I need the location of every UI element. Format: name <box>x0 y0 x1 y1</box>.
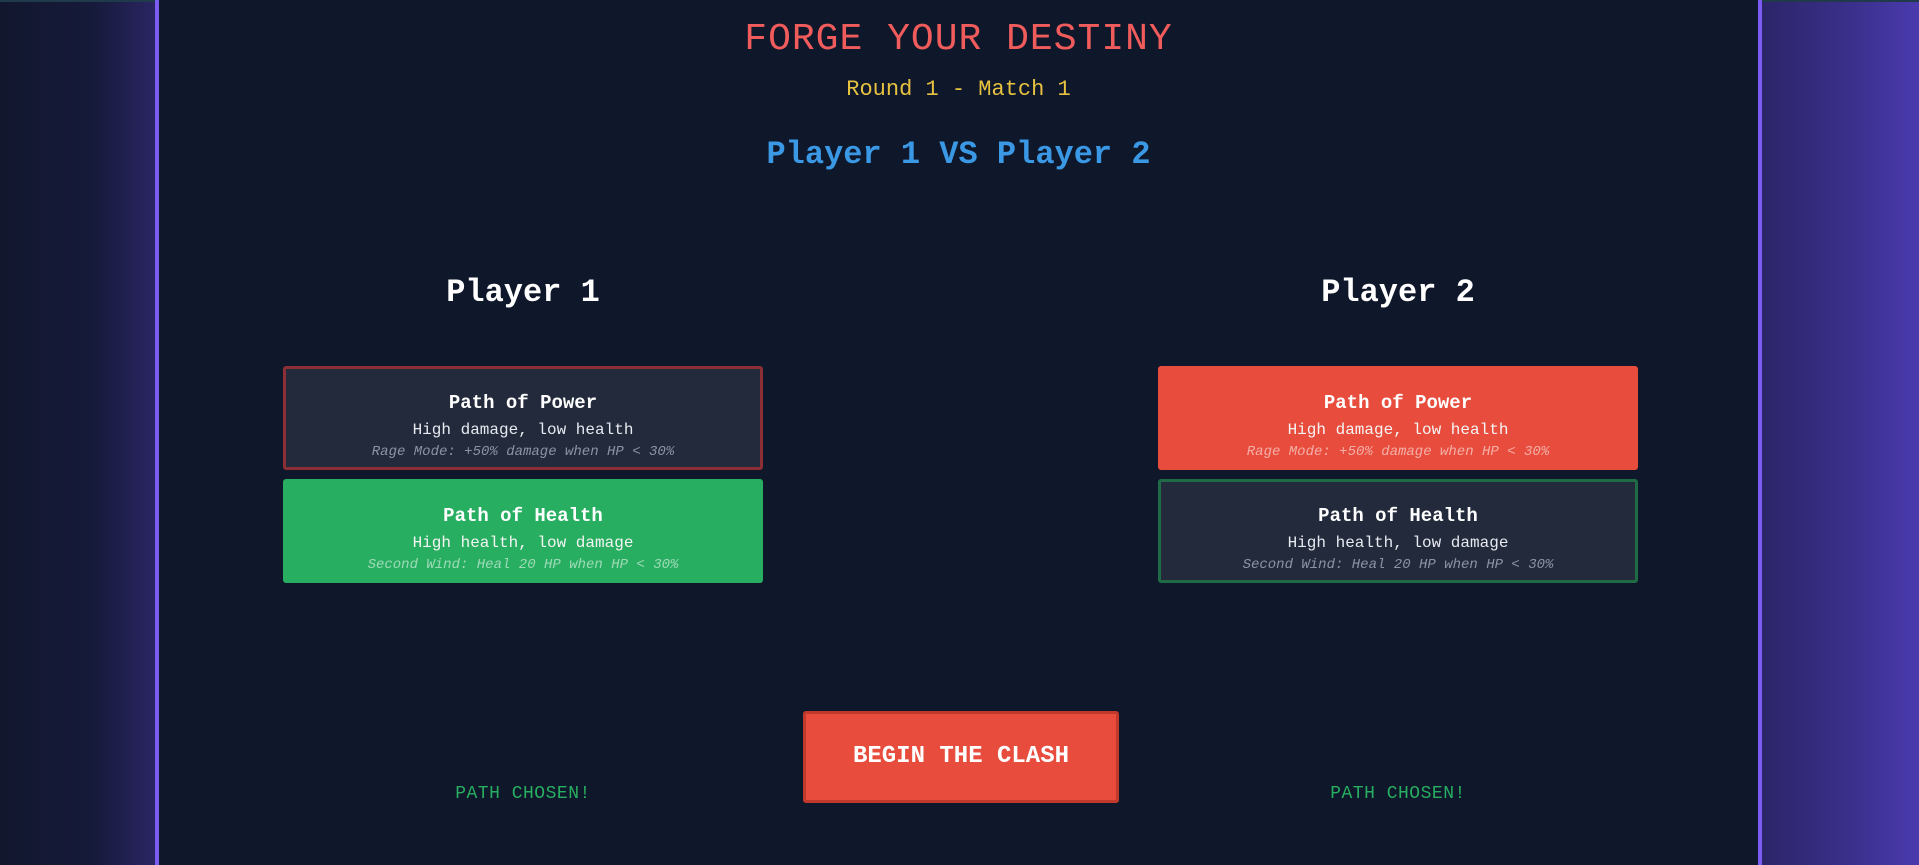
left-backdrop <box>0 0 155 865</box>
path-description: High damage, low health <box>412 421 634 439</box>
path-ability: Second Wind: Heal 20 HP when HP < 30% <box>367 557 679 573</box>
path-name: Path of Health <box>443 505 603 527</box>
path-description: High health, low damage <box>412 534 634 552</box>
player-2-path-health-card[interactable]: Path of Health High health, low damage S… <box>1158 479 1638 583</box>
player-1-path-power-card[interactable]: Path of Power High damage, low health Ra… <box>283 366 763 470</box>
player-2-heading: Player 2 <box>1321 274 1475 311</box>
path-name: Path of Health <box>1318 505 1478 527</box>
path-description: High damage, low health <box>1287 421 1509 439</box>
page-title: FORGE YOUR DESTINY <box>744 18 1173 61</box>
path-ability: Rage Mode: +50% damage when HP < 30% <box>1246 444 1550 460</box>
right-border-glow <box>1758 0 1762 865</box>
path-name: Path of Power <box>448 392 598 414</box>
versus-label: Player 1 VS Player 2 <box>766 136 1151 173</box>
begin-clash-button[interactable]: BEGIN THE CLASH <box>803 711 1119 803</box>
game-stage: FORGE YOUR DESTINY Round 1 - Match 1 Pla… <box>159 0 1758 865</box>
path-description: High health, low damage <box>1287 534 1509 552</box>
player-2-status: PATH CHOSEN! <box>1330 784 1466 804</box>
player-1-path-health-card[interactable]: Path of Health High health, low damage S… <box>283 479 763 583</box>
right-backdrop <box>1762 0 1919 865</box>
player-1-heading: Player 1 <box>446 274 600 311</box>
round-match-label: Round 1 - Match 1 <box>846 77 1071 102</box>
player-1-status: PATH CHOSEN! <box>455 784 591 804</box>
left-border-glow <box>155 0 159 865</box>
player-2-path-power-card[interactable]: Path of Power High damage, low health Ra… <box>1158 366 1638 470</box>
path-name: Path of Power <box>1323 392 1473 414</box>
path-ability: Second Wind: Heal 20 HP when HP < 30% <box>1242 557 1554 573</box>
path-ability: Rage Mode: +50% damage when HP < 30% <box>371 444 675 460</box>
